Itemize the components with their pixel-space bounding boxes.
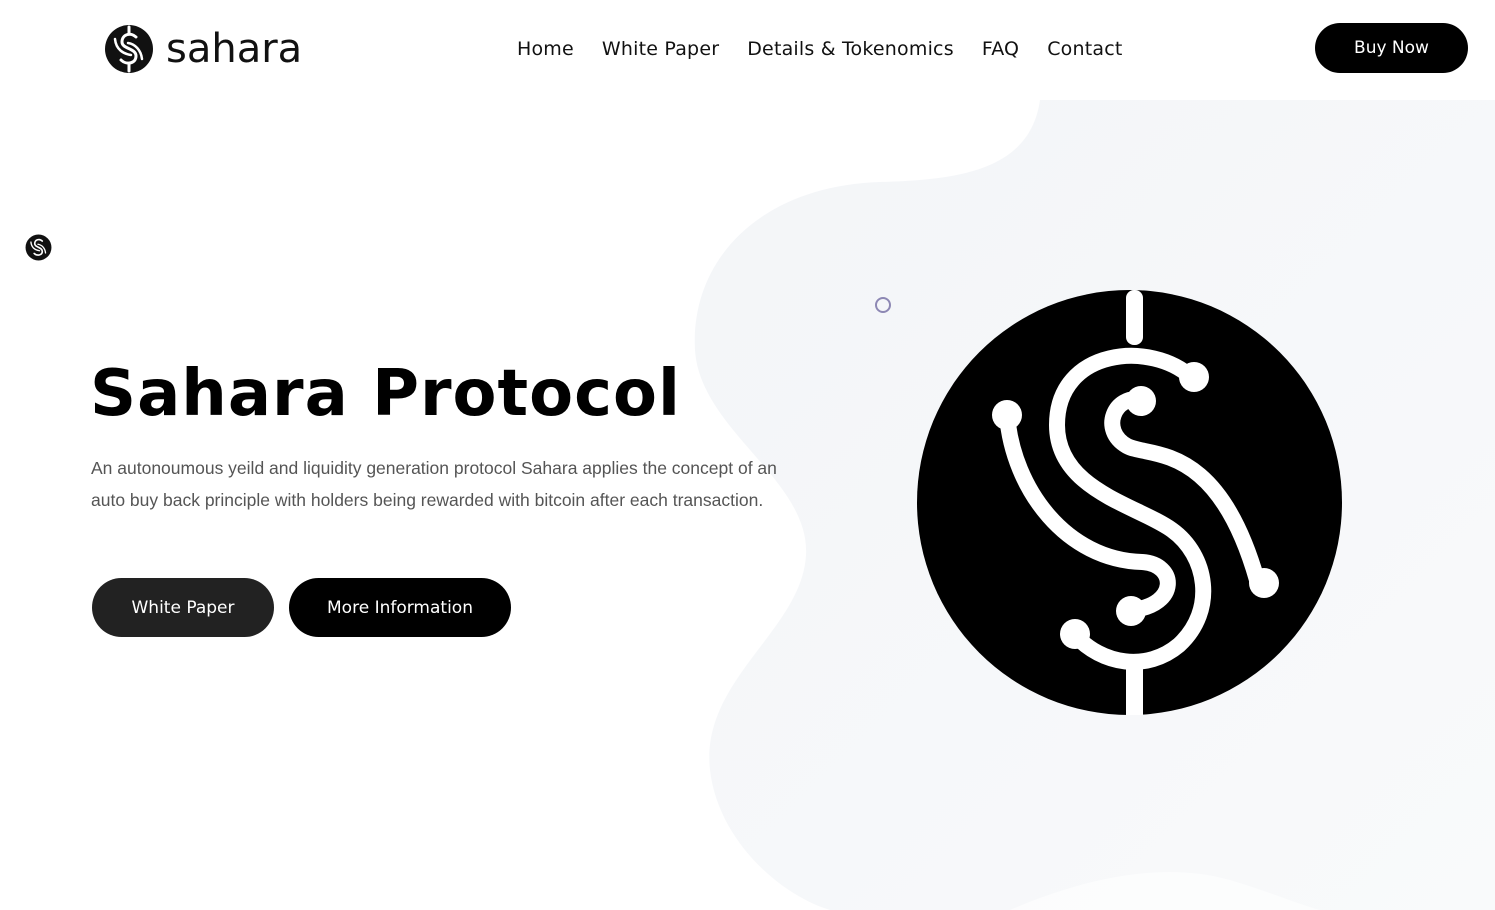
hero-buttons: White Paper More Information xyxy=(92,578,511,637)
nav-contact[interactable]: Contact xyxy=(1047,36,1122,62)
hero-description: An autonoumous yeild and liquidity gener… xyxy=(91,458,777,510)
sahara-logo-icon xyxy=(105,25,153,73)
hero-title: Sahara Protocol xyxy=(90,357,681,431)
nav-details-tokenomics[interactable]: Details & Tokenomics xyxy=(747,36,954,62)
landing-page: sahara Home White Paper Details & Tokeno… xyxy=(0,0,1495,910)
more-information-button[interactable]: More Information xyxy=(289,578,511,637)
main-nav: Home White Paper Details & Tokenomics FA… xyxy=(517,36,1123,62)
nav-home[interactable]: Home xyxy=(517,36,574,62)
nav-faq[interactable]: FAQ xyxy=(982,36,1019,62)
site-header: sahara Home White Paper Details & Tokeno… xyxy=(0,0,1495,100)
brand-logo[interactable]: sahara xyxy=(104,24,302,74)
sahara-dollar-coin-icon xyxy=(917,290,1342,715)
decorative-ring xyxy=(875,297,891,313)
brand-name: sahara xyxy=(166,26,303,72)
white-paper-button[interactable]: White Paper xyxy=(92,578,274,637)
nav-white-paper[interactable]: White Paper xyxy=(602,36,719,62)
buy-now-button[interactable]: Buy Now xyxy=(1315,23,1468,73)
floating-sahara-icon[interactable] xyxy=(25,234,52,261)
